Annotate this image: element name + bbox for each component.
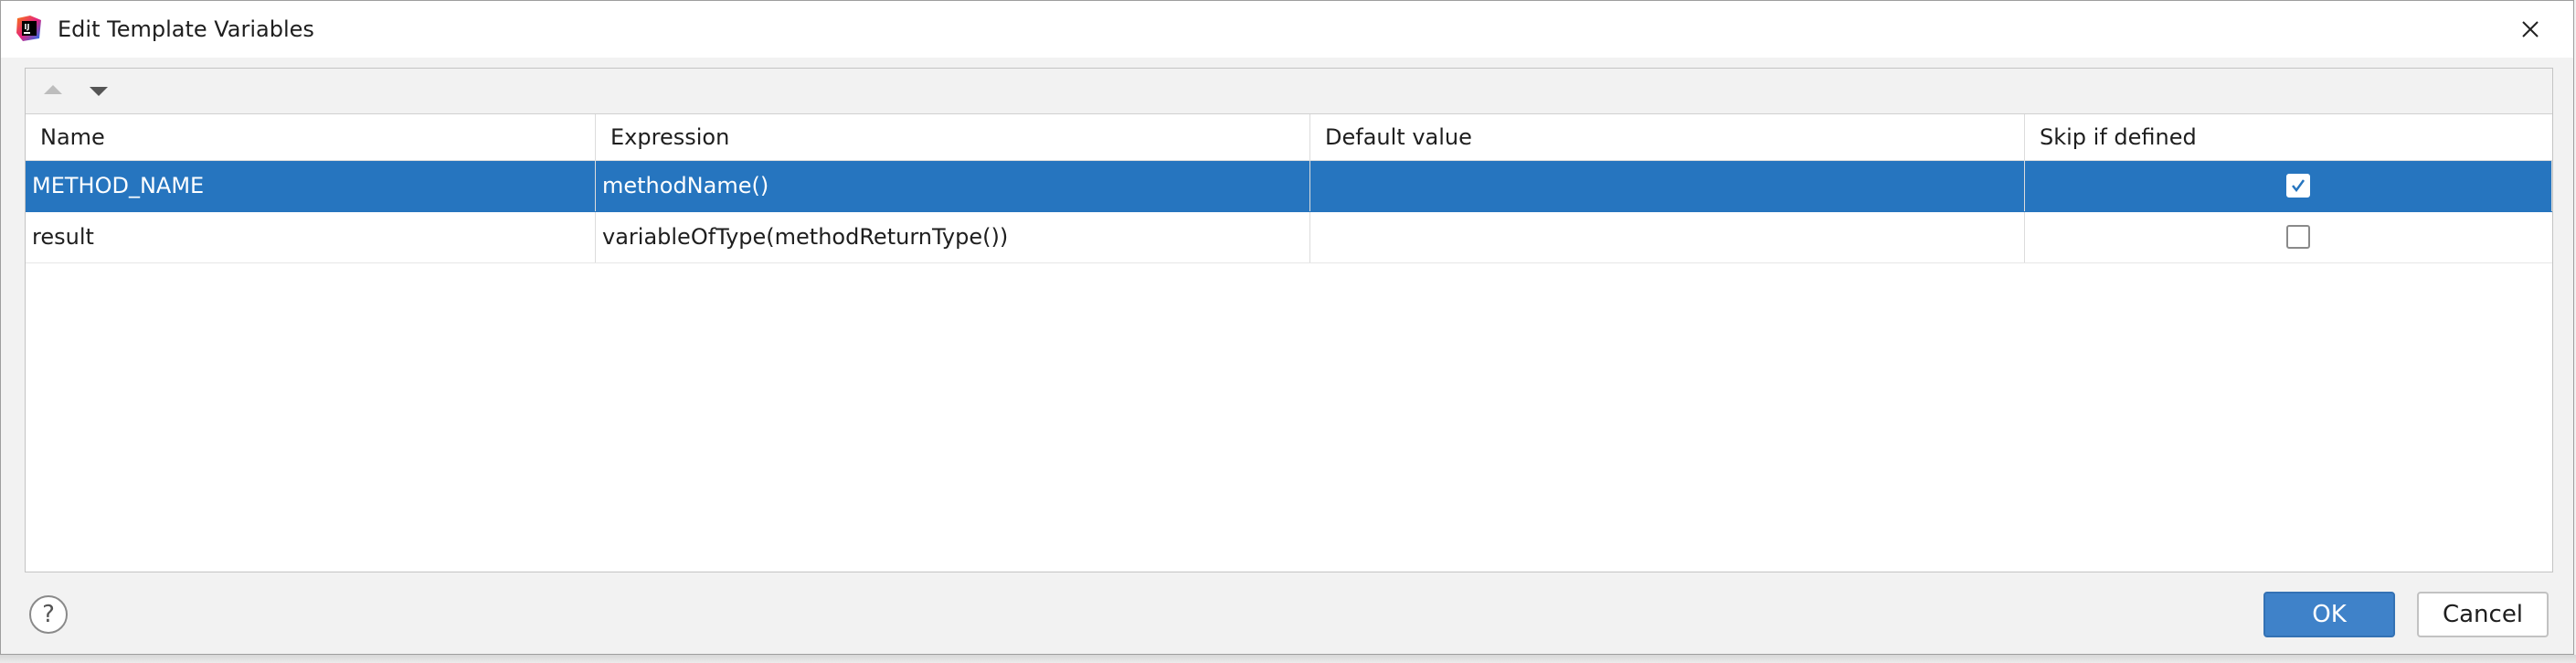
table-toolbar	[26, 69, 2552, 114]
column-header-name[interactable]: Name	[26, 114, 596, 160]
column-header-default-value[interactable]: Default value	[1310, 114, 2025, 160]
cancel-button[interactable]: Cancel	[2417, 592, 2549, 637]
skip-if-defined-checkbox[interactable]	[2286, 225, 2310, 249]
title-bar: IJ Edit Template Variables	[1, 1, 2573, 58]
table-row[interactable]: METHOD_NAME methodName()	[26, 161, 2552, 212]
arrow-down-icon[interactable]	[84, 78, 113, 103]
window-title: Edit Template Variables	[58, 16, 314, 42]
svg-text:IJ: IJ	[25, 23, 30, 31]
cell-default-value[interactable]	[1310, 212, 2025, 262]
edit-template-variables-dialog: IJ Edit Template Variables Name Expressi…	[0, 0, 2574, 655]
arrow-up-icon[interactable]	[38, 78, 68, 103]
intellij-app-icon: IJ	[16, 16, 41, 41]
help-button[interactable]: ?	[29, 595, 68, 634]
table-header: Name Expression Default value Skip if de…	[26, 114, 2552, 161]
column-header-expression[interactable]: Expression	[596, 114, 1310, 160]
cell-expression[interactable]: methodName()	[596, 161, 1310, 211]
table-row[interactable]: result variableOfType(methodReturnType()…	[26, 212, 2552, 263]
ok-button[interactable]: OK	[2263, 592, 2395, 637]
window-shadow	[0, 655, 2576, 663]
cell-default-value[interactable]	[1310, 161, 2025, 211]
cell-expression[interactable]: variableOfType(methodReturnType())	[596, 212, 1310, 262]
cell-name[interactable]: METHOD_NAME	[26, 161, 596, 211]
variables-table: Name Expression Default value Skip if de…	[26, 114, 2552, 263]
skip-if-defined-checkbox[interactable]	[2286, 174, 2310, 198]
variables-panel: Name Expression Default value Skip if de…	[25, 68, 2553, 572]
close-icon[interactable]	[2515, 14, 2546, 45]
cell-name[interactable]: result	[26, 212, 596, 262]
column-header-skip-if-defined[interactable]: Skip if defined	[2025, 114, 2552, 160]
